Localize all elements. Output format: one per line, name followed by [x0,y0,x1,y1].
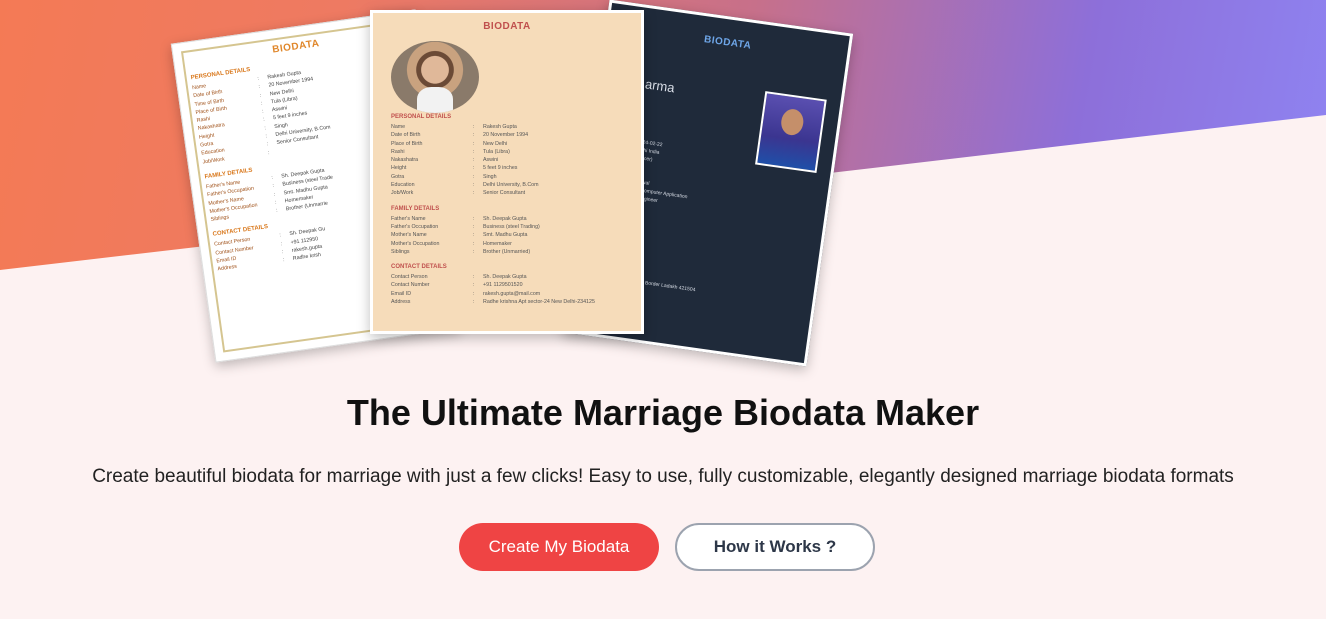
card-name-fragment: arma [644,76,676,96]
detail-separator: : [473,140,475,147]
detail-separator: : [473,124,475,130]
detail-separator: : [473,290,475,297]
detail-separator: : [473,240,475,247]
detail-value: Radhe krishna Apt sector-24 New Delhi-23… [483,299,595,306]
create-biodata-button[interactable]: Create My Biodata [459,523,659,571]
detail-value: Rakesh Gupta [483,124,517,130]
page-subtitle: Create beautiful biodata for marriage wi… [92,466,1234,487]
detail-value: +91 1129501520 [483,282,523,289]
detail-label: Education [391,182,415,189]
detail-label: Address [391,299,411,306]
card-body: PERSONAL DETAILS Name: Rakesh Gupta Date of… [373,114,641,306]
detail-row: Rashi: Tula (Libra) [391,148,623,156]
detail-label: Place of Birth [391,140,423,147]
detail-separator: : [473,173,475,180]
detail-label: Contact Person [391,274,428,281]
detail-separator: : [473,132,475,139]
detail-separator: : [473,282,475,289]
detail-separator: : [473,182,475,189]
detail-value: Homemaker [483,240,512,247]
detail-value: 5 feet 9 inches [483,165,518,172]
detail-row: Height: 5 feet 9 inches [391,164,623,172]
detail-row: Mother's Name: Smt. Madhu Gupta [391,231,623,239]
detail-separator: : [473,248,475,255]
detail-label: Mother's Name [391,232,427,239]
detail-label: Job/Work [391,190,414,197]
detail-label: Contact Number [391,282,430,289]
detail-separator: : [473,157,475,164]
profile-photo [391,41,479,113]
detail-row: Date of Birth: 20 November 1994 [391,131,623,139]
detail-value: Sh. Deepak Gupta [483,274,527,281]
detail-row: Contact Person: Sh. Deepak Gupta [391,273,623,281]
detail-label: Nakashatra [391,157,419,164]
detail-label: Father's Occupation [391,223,439,230]
section-heading: FAMILY DETAILS [391,205,440,212]
detail-label: Email ID [391,290,412,297]
detail-separator: : [473,232,475,239]
section-heading: PERSONAL DETAILS [391,114,452,120]
detail-value: Business (steel Trading) [483,223,540,230]
detail-label: Mother's Occupation [391,240,440,247]
detail-value: Senior Consultant [483,190,526,197]
detail-value: 20 November 1994 [483,132,529,139]
detail-value: Singh [483,173,497,180]
detail-row: Gotra: Singh [391,173,623,181]
detail-separator: : [473,190,475,197]
detail-separator: : [473,274,475,281]
card-title: BIODATA [483,21,531,32]
detail-value: Smt. Madhu Gupta [483,232,528,239]
detail-row: Mother's Occupation: Homemaker [391,240,623,248]
detail-row: Address: Radhe krishna Apt sector-24 New … [391,298,623,306]
biodata-sample-cards: BIODATA PERSONAL DETAILS Name: Rakesh Gupt… [0,0,1326,380]
biodata-card-peach: BIODATA PERSONAL DETAILS Name: Rakesh Gupt… [370,10,644,334]
detail-label: Siblings [391,248,410,255]
detail-separator: : [473,215,475,222]
profile-photo [755,91,827,173]
detail-row: Contact Number: +91 1129501520 [391,281,623,289]
detail-value: Sh. Deepak Gupta [483,215,527,222]
detail-label: Gotra [391,173,405,180]
detail-row: Job/Work: Senior Consultant [391,189,623,197]
detail-separator: : [473,148,475,155]
detail-row: Nakashatra: Aswini [391,156,623,164]
detail-row: Name: Rakesh Gupta [391,123,623,131]
section-heading: CONTACT DETAILS [391,264,447,271]
detail-separator: : [473,299,475,306]
detail-row: Siblings: Brother (Unmarried) [391,248,623,256]
detail-value: Delhi University, B.Com [483,182,539,189]
detail-label: Height [391,165,407,172]
detail-value: Aswini [483,157,499,164]
detail-value: Brother (Unmarried) [483,248,531,255]
detail-value: rakesh.gupta@mail.com [483,290,541,297]
how-it-works-button[interactable]: How it Works ? [675,523,875,571]
detail-separator: : [473,223,475,230]
detail-label: Date of Birth [391,132,421,139]
detail-row: Father's Name: Sh. Deepak Gupta [391,215,623,223]
detail-label: Rashi [391,148,405,155]
detail-label: Name [391,124,406,130]
detail-row: Email ID: rakesh.gupta@mail.com [391,290,623,298]
page-title: The Ultimate Marriage Biodata Maker [346,392,980,433]
detail-row: Father's Occupation: Business (steel Trad… [391,223,623,231]
detail-value: New Delhi [483,140,508,147]
detail-label: Father's Name [391,215,426,222]
detail-value: Tula (Libra) [483,148,510,155]
detail-row: Education: Delhi University, B.Com [391,181,623,189]
detail-row: Place of Birth: New Delhi [391,140,623,148]
detail-separator: : [473,165,475,172]
